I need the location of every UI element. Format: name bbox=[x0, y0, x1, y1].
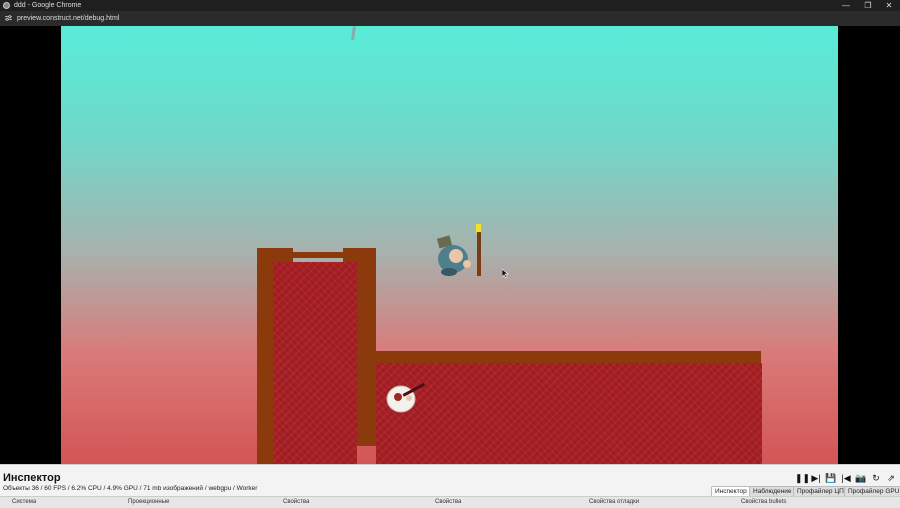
popout-icon[interactable]: ⇗ bbox=[885, 472, 897, 484]
mouse-cursor-icon bbox=[502, 269, 509, 279]
browser-titlebar: ddd - Google Chrome — ❐ ✕ bbox=[0, 0, 900, 11]
pause-button[interactable]: ❚❚ bbox=[795, 472, 810, 484]
minimize-button[interactable]: — bbox=[836, 0, 856, 11]
player-sprite bbox=[436, 224, 481, 276]
column-header[interactable]: Свойства bbox=[283, 499, 309, 505]
carpet-floor-left bbox=[273, 262, 357, 464]
performance-stats: Объекты 36 / 60 FPS / 6.2% CPU / 4.9% GP… bbox=[3, 485, 258, 492]
window-title: ddd - Google Chrome bbox=[14, 2, 82, 9]
column-header[interactable]: Свойства bbox=[435, 499, 461, 505]
wall-left-side bbox=[257, 262, 273, 464]
column-header[interactable]: Свойства bullets bbox=[741, 499, 786, 505]
wall-middle-pillar bbox=[357, 248, 376, 446]
enemy-sprite bbox=[386, 382, 426, 413]
wall-right-top bbox=[376, 351, 761, 363]
inspector-columns-header: Система Проекционные Свойства Свойства С… bbox=[0, 496, 900, 508]
wall-left-top-a bbox=[257, 248, 293, 262]
inspector-title: Инспектор bbox=[3, 472, 61, 484]
debugger-inspector-panel: Инспектор Объекты 36 / 60 FPS / 6.2% CPU… bbox=[0, 464, 900, 508]
step-button[interactable]: ▶| bbox=[810, 472, 822, 484]
address-bar[interactable]: preview.construct.net/debug.html bbox=[0, 11, 900, 26]
game-canvas[interactable] bbox=[61, 26, 838, 464]
column-header[interactable]: Свойства отладки bbox=[589, 499, 639, 505]
chrome-icon bbox=[3, 2, 10, 9]
save-state-icon[interactable]: 💾 bbox=[825, 472, 837, 484]
column-header[interactable]: Проекционные bbox=[128, 499, 169, 505]
maximize-button[interactable]: ❐ bbox=[858, 0, 878, 11]
restart-icon[interactable]: |◀ bbox=[840, 472, 852, 484]
url-text[interactable]: preview.construct.net/debug.html bbox=[17, 14, 119, 23]
projectile-sprite bbox=[351, 26, 356, 41]
screenshot-icon[interactable]: 📷 bbox=[855, 472, 867, 484]
game-viewport bbox=[0, 26, 900, 464]
reload-icon[interactable]: ↻ bbox=[870, 472, 882, 484]
site-settings-icon[interactable] bbox=[5, 15, 12, 21]
wall-left-top-b bbox=[293, 252, 343, 258]
column-header[interactable]: Система bbox=[12, 499, 36, 505]
close-button[interactable]: ✕ bbox=[879, 0, 899, 11]
carpet-floor-right bbox=[376, 363, 762, 464]
